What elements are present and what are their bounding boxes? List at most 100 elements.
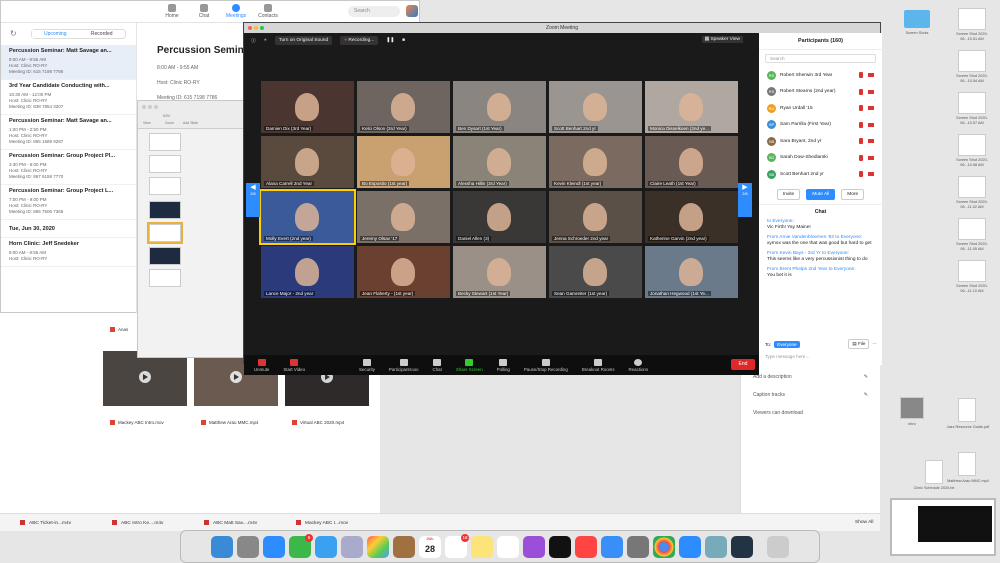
video-tile[interactable]: Daniel Allen (3) (453, 191, 546, 243)
download-item[interactable]: ABC Intro Ke....m4v (112, 520, 184, 525)
nav-meetings[interactable]: Meetings (225, 4, 247, 19)
video-tile[interactable]: Lance Major - 2nd year (261, 246, 354, 298)
zoom-icon[interactable] (679, 535, 701, 558)
pause-stop-recording-button[interactable]: Pause/Stop Recording (524, 358, 568, 372)
download-item[interactable]: Mackey ABC I...mov (296, 520, 368, 525)
finder-icon[interactable] (211, 535, 233, 558)
breakout-rooms-button[interactable]: Breakout Rooms (582, 358, 615, 372)
launchpad-icon[interactable] (237, 535, 259, 558)
app-store-icon[interactable] (601, 535, 623, 558)
pencil-icon[interactable]: ✎ (864, 386, 868, 404)
contacts-icon[interactable] (393, 535, 415, 558)
list-item[interactable]: Percussion Seminar: Group Project L... 7… (1, 185, 136, 220)
reminders-icon[interactable]: 18 (445, 533, 469, 558)
screenshot-file-icon[interactable] (958, 92, 986, 114)
participant-row[interactable]: SB Sara Bryant, 2nd yr (759, 133, 882, 150)
participant-row[interactable]: RS Robert Sherwin 3rd Year (759, 67, 882, 84)
list-item[interactable]: Percussion Seminar: Group Project Pl... … (1, 150, 136, 185)
video-file-icon[interactable] (900, 397, 924, 419)
slide-thumbnail[interactable] (149, 247, 181, 265)
invite-button[interactable]: Invite (776, 188, 801, 200)
recipient-select[interactable]: Everyone (774, 340, 800, 348)
messages-icon[interactable] (315, 535, 337, 558)
close-button[interactable] (142, 105, 146, 109)
polling-button[interactable]: Polling (497, 358, 510, 372)
participant-row[interactable]: SP Sam Parrilla (First Year) (759, 117, 882, 134)
screenshot-preview[interactable] (890, 498, 996, 556)
keynote-icon[interactable] (705, 535, 727, 558)
screenshot-file-icon[interactable] (958, 50, 986, 72)
folder-icon[interactable] (904, 10, 930, 28)
screenshot-file-icon[interactable] (958, 260, 986, 282)
slide-thumbnail[interactable] (149, 177, 181, 195)
document-icon[interactable] (958, 452, 976, 476)
list-item[interactable]: Percussion Seminar: Matt Savage an... 8:… (1, 45, 136, 80)
slide-thumbnail[interactable] (147, 222, 183, 244)
music-icon[interactable] (497, 535, 519, 558)
zoom-level[interactable]: 54% (163, 114, 170, 118)
toolbar-label[interactable]: View (143, 121, 151, 125)
video-tile[interactable]: Alana Carrell 2nd Year (261, 136, 354, 188)
toolbar-label[interactable]: Zoom (165, 121, 174, 125)
caption-tracks-row[interactable]: Caption tracks ✎ (741, 386, 880, 404)
document-icon[interactable] (925, 460, 943, 484)
participants-button[interactable]: Participants160 (389, 358, 419, 372)
video-tile[interactable]: Scott Benhart 2nd yr (549, 81, 642, 133)
facetime-icon[interactable]: 6 (289, 533, 313, 558)
participant-row[interactable]: SB Scott Benhart 2nd yr (759, 166, 882, 183)
refresh-icon[interactable]: ↻ (10, 29, 17, 38)
trash-icon[interactable] (767, 535, 789, 558)
shield-icon[interactable]: ● (264, 38, 267, 43)
news-icon[interactable] (575, 535, 597, 558)
list-item[interactable]: Horn Clinic: Jeff Snedeker 8:00 AM - 9:5… (1, 238, 136, 267)
screenshot-file-icon[interactable] (958, 218, 986, 240)
safari-icon[interactable] (263, 535, 285, 558)
pause-icon[interactable]: ❚❚ (386, 38, 394, 43)
stop-icon[interactable]: ■ (402, 38, 405, 43)
download-item[interactable]: ABC Matt Sav....m4v (204, 520, 276, 525)
video-thumbnail[interactable] (103, 351, 187, 406)
slide-thumbnail[interactable] (149, 155, 181, 173)
participant-row[interactable]: SD Sarah Dow-Shedlarski (759, 150, 882, 167)
video-tile[interactable]: Monica Disselkoen (2nd ye... (645, 81, 738, 133)
maps-icon[interactable] (341, 535, 363, 558)
file-name[interactable]: Mackey ABC Intro.mov (110, 420, 164, 425)
next-page-button[interactable]: ▶ 2/6 (738, 183, 752, 217)
chat-button[interactable]: Chat (433, 358, 442, 372)
original-sound-button[interactable]: Turn on Original Sound (274, 35, 333, 45)
toolbar-label[interactable]: Add Slide (183, 121, 198, 125)
notes-icon[interactable] (471, 535, 493, 558)
participant-row[interactable]: RS Robert Stearns (2nd year) (759, 84, 882, 101)
start-video-button[interactable]: Start Video (283, 358, 305, 372)
screenshot-file-icon[interactable] (958, 8, 986, 30)
mute-all-button[interactable]: Mute All (806, 188, 836, 200)
tab-upcoming[interactable]: Upcoming (32, 30, 79, 38)
nav-contacts[interactable]: Contacts (257, 4, 279, 19)
search-input[interactable]: Search (348, 6, 400, 17)
zoom-button[interactable] (260, 26, 264, 30)
document-icon[interactable] (958, 398, 976, 422)
file-name[interactable]: Virtual ABC 2020.mp4 (292, 420, 344, 425)
share-screen-button[interactable]: Share Screen (456, 358, 483, 372)
nav-chat[interactable]: Chat (193, 4, 215, 19)
system-preferences-icon[interactable] (627, 535, 649, 558)
download-item[interactable]: ABC Ticket-in...m4v (20, 520, 92, 525)
chrome-icon[interactable] (653, 535, 675, 558)
podcasts-icon[interactable] (523, 535, 545, 558)
unmute-button[interactable]: Unmute (254, 358, 269, 372)
minimize-button[interactable] (148, 105, 152, 109)
slide-thumbnail[interactable] (149, 269, 181, 287)
slide-thumbnail[interactable] (149, 201, 181, 219)
participant-search-input[interactable]: Search (765, 54, 876, 63)
nav-home[interactable]: Home (161, 4, 183, 19)
video-tile[interactable]: Jean Flaherty - (1st year) (357, 246, 450, 298)
calendar-icon[interactable]: 28 (419, 535, 441, 558)
prev-page-button[interactable]: ◀ 2/6 (246, 183, 260, 217)
video-tile[interactable]: Damien Dix (3rd Year) (261, 81, 354, 133)
more-button[interactable]: More (841, 188, 865, 200)
video-tile[interactable]: Jeremy Olsav '17 (357, 191, 450, 243)
file-name[interactable]: Matthew Arau MMC.mp4 (201, 420, 259, 425)
video-tile[interactable]: Katherine Garvin (2nd year) (645, 191, 738, 243)
video-tile[interactable]: Jonathan Hegwood (1st Ye... (645, 246, 738, 298)
close-button[interactable] (248, 26, 252, 30)
